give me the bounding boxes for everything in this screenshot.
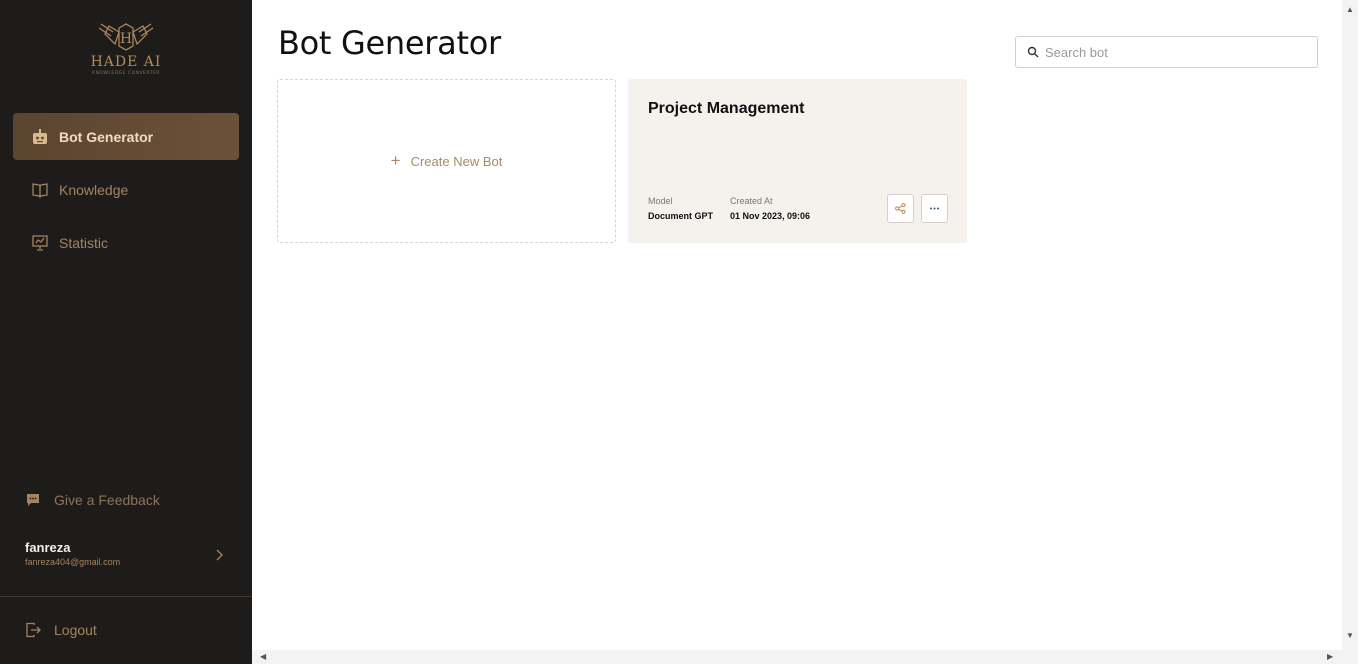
feedback-link[interactable]: Give a Feedback bbox=[25, 489, 160, 511]
brand-logo[interactable]: H HADE AI KNOWLEDGE CONVERTER bbox=[86, 22, 166, 78]
more-horizontal-icon bbox=[930, 207, 939, 210]
plus-icon: + bbox=[390, 151, 401, 170]
divider bbox=[0, 596, 252, 597]
bot-card[interactable]: Project Management Model Document GPT Cr… bbox=[628, 79, 967, 243]
sidebar-item-statistic[interactable]: Statistic bbox=[13, 219, 239, 266]
logout-icon bbox=[26, 622, 41, 638]
chat-bubble-icon bbox=[27, 494, 39, 506]
svg-text:H: H bbox=[120, 31, 132, 47]
book-icon bbox=[31, 181, 49, 199]
search-input[interactable] bbox=[1045, 44, 1305, 60]
scroll-up-arrow-icon[interactable]: ▲ bbox=[1346, 6, 1354, 14]
search-icon bbox=[1027, 46, 1039, 58]
chevron-right-icon bbox=[216, 549, 223, 561]
sidebar-item-label: Statistic bbox=[59, 234, 109, 251]
create-new-bot-label: Create New Bot bbox=[410, 153, 503, 169]
sidebar: H HADE AI KNOWLEDGE CONVERTER Bot Genera… bbox=[0, 0, 252, 664]
brand-tagline: KNOWLEDGE CONVERTER bbox=[92, 71, 160, 76]
search-box[interactable] bbox=[1015, 36, 1318, 68]
vertical-scrollbar[interactable]: ▲ ▼ bbox=[1342, 0, 1358, 650]
sidebar-item-label: Bot Generator bbox=[59, 128, 154, 145]
scroll-right-arrow-icon[interactable]: ▶ bbox=[1327, 653, 1333, 661]
page-title: Bot Generator bbox=[278, 24, 501, 62]
model-label: Model bbox=[648, 196, 673, 206]
created-at-label: Created At bbox=[730, 196, 773, 206]
brand-name: HADE AI bbox=[90, 54, 162, 70]
scroll-left-arrow-icon[interactable]: ◀ bbox=[260, 653, 266, 661]
sidebar-item-bot-generator[interactable]: Bot Generator bbox=[13, 113, 239, 160]
feedback-label: Give a Feedback bbox=[54, 492, 160, 508]
robot-icon bbox=[31, 128, 49, 146]
logout-label: Logout bbox=[54, 622, 97, 638]
presentation-chart-icon bbox=[31, 234, 49, 252]
user-name: fanreza bbox=[25, 540, 71, 555]
logout-button[interactable]: Logout bbox=[25, 620, 97, 640]
user-profile[interactable]: fanreza fanreza404@gmail.com bbox=[25, 540, 230, 572]
model-value: Document GPT bbox=[648, 211, 714, 221]
share-icon bbox=[895, 203, 906, 214]
sidebar-item-knowledge[interactable]: Knowledge bbox=[13, 166, 239, 213]
h-wings-logo-icon: H bbox=[98, 23, 154, 51]
horizontal-scrollbar[interactable]: ◀ ▶ bbox=[252, 650, 1358, 664]
share-button[interactable] bbox=[887, 194, 914, 223]
bot-name: Project Management bbox=[648, 100, 805, 117]
more-options-button[interactable] bbox=[921, 194, 948, 223]
user-email: fanreza404@gmail.com bbox=[25, 557, 121, 567]
created-at-value: 01 Nov 2023, 09:06 bbox=[730, 211, 811, 221]
create-new-bot-button[interactable]: + Create New Bot bbox=[277, 79, 616, 243]
scroll-down-arrow-icon[interactable]: ▼ bbox=[1346, 632, 1354, 640]
sidebar-item-label: Knowledge bbox=[59, 181, 129, 198]
